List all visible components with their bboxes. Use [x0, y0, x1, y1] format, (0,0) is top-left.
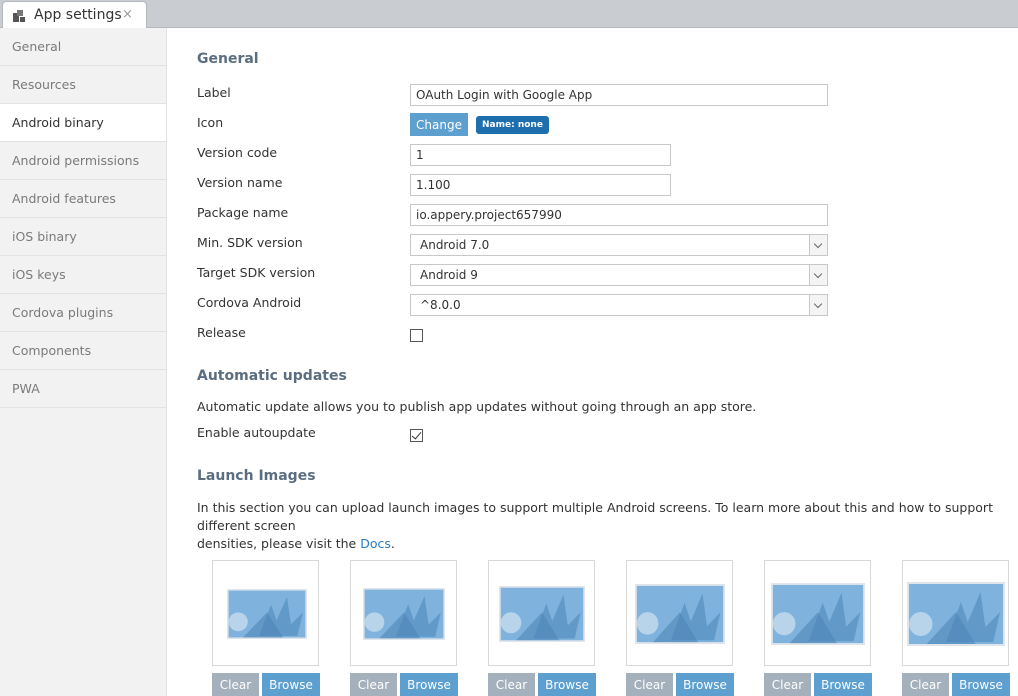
version-name-input[interactable]: 1.100	[410, 174, 671, 196]
launch-image-placeholder-icon	[771, 583, 865, 645]
enable-autoupdate-checkbox[interactable]	[410, 429, 423, 442]
browse-button[interactable]: Browse	[676, 673, 734, 696]
cordova-android-label: Cordova Android	[197, 295, 302, 310]
clear-button[interactable]: Clear	[764, 673, 811, 696]
settings-sidebar: General Resources Android binary Android…	[0, 28, 167, 696]
launch-image-thumbnail	[350, 560, 457, 666]
autoupdate-description: Automatic update allows you to publish a…	[197, 399, 757, 414]
chevron-down-icon[interactable]	[809, 235, 827, 255]
launch-image-thumbnail	[212, 560, 319, 666]
enable-autoupdate-label: Enable autoupdate	[197, 425, 316, 440]
min-sdk-value: Android 7.0	[420, 238, 490, 252]
sidebar-item-general[interactable]: General	[0, 28, 166, 66]
browse-button[interactable]: Browse	[952, 673, 1010, 696]
launch-image-thumbnail	[626, 560, 733, 666]
chevron-down-icon[interactable]	[809, 295, 827, 315]
launch-images-description-text: densities, please visit the	[197, 536, 357, 551]
package-name-input[interactable]: io.appery.project657990	[410, 204, 828, 226]
launch-image-placeholder-icon	[227, 589, 307, 639]
launch-images-description: In this section you can upload launch im…	[197, 499, 1012, 553]
section-title-automatic-updates: Automatic updates	[197, 368, 347, 384]
browse-button[interactable]: Browse	[814, 673, 872, 696]
clear-button[interactable]: Clear	[626, 673, 673, 696]
launch-images-description-line-2: densities, please visit the Docs.	[197, 535, 1012, 553]
min-sdk-select[interactable]: Android 7.0	[410, 234, 828, 256]
sidebar-item-android-features[interactable]: Android features	[0, 180, 166, 218]
section-title-general: General	[197, 51, 259, 67]
sidebar-item-components[interactable]: Components	[0, 332, 166, 370]
sidebar-item-ios-keys[interactable]: iOS keys	[0, 256, 166, 294]
launch-image-thumbnail	[902, 560, 1009, 666]
sidebar-item-android-permissions[interactable]: Android permissions	[0, 142, 166, 180]
min-sdk-label: Min. SDK version	[197, 235, 303, 250]
chevron-down-icon[interactable]	[809, 265, 827, 285]
release-label: Release	[197, 325, 246, 340]
sidebar-item-pwa[interactable]: PWA	[0, 370, 166, 408]
cordova-android-value: ^8.0.0	[420, 298, 461, 312]
clear-button[interactable]: Clear	[902, 673, 949, 696]
tab-app-settings[interactable]: App settings ×	[2, 1, 147, 29]
icon-name-badge: Name: none	[476, 116, 549, 134]
version-code-label: Version code	[197, 145, 278, 160]
clear-button[interactable]: Clear	[212, 673, 259, 696]
version-code-input[interactable]: 1	[410, 144, 671, 166]
release-checkbox[interactable]	[410, 329, 423, 342]
tab-bar: App settings ×	[0, 0, 1018, 29]
change-icon-button[interactable]: Change	[410, 113, 468, 136]
sidebar-item-cordova-plugins[interactable]: Cordova plugins	[0, 294, 166, 332]
icon-field-label: Icon	[197, 115, 224, 130]
section-title-launch-images: Launch Images	[197, 468, 316, 484]
close-icon[interactable]: ×	[122, 7, 133, 22]
launch-image-placeholder-icon	[635, 584, 725, 644]
launch-image-placeholder-icon	[907, 582, 1005, 646]
target-sdk-select[interactable]: Android 9	[410, 264, 828, 286]
target-sdk-value: Android 9	[420, 268, 478, 282]
launch-image-thumbnail	[764, 560, 871, 666]
launch-image-placeholder-icon	[499, 586, 585, 642]
label-field-label: Label	[197, 85, 231, 100]
description-period: .	[390, 536, 395, 551]
tab-title: App settings	[34, 7, 122, 23]
version-name-label: Version name	[197, 175, 283, 190]
launch-image-thumbnail	[488, 560, 595, 666]
label-input[interactable]: OAuth Login with Google App	[410, 84, 828, 106]
sidebar-item-ios-binary[interactable]: iOS binary	[0, 218, 166, 256]
browse-button[interactable]: Browse	[538, 673, 596, 696]
cordova-android-select[interactable]: ^8.0.0	[410, 294, 828, 316]
browse-button[interactable]: Browse	[400, 673, 458, 696]
sidebar-item-resources[interactable]: Resources	[0, 66, 166, 104]
launch-image-placeholder-icon	[363, 588, 445, 640]
main-panel: General Label OAuth Login with Google Ap…	[197, 28, 1018, 696]
browse-button[interactable]: Browse	[262, 673, 320, 696]
clear-button[interactable]: Clear	[350, 673, 397, 696]
target-sdk-label: Target SDK version	[197, 265, 316, 280]
docs-link[interactable]: Docs	[360, 536, 391, 551]
package-name-label: Package name	[197, 205, 289, 220]
clear-button[interactable]: Clear	[488, 673, 535, 696]
document-icon	[12, 9, 26, 23]
launch-images-description-line-1: In this section you can upload launch im…	[197, 500, 993, 533]
sidebar-item-android-binary[interactable]: Android binary	[0, 104, 166, 142]
